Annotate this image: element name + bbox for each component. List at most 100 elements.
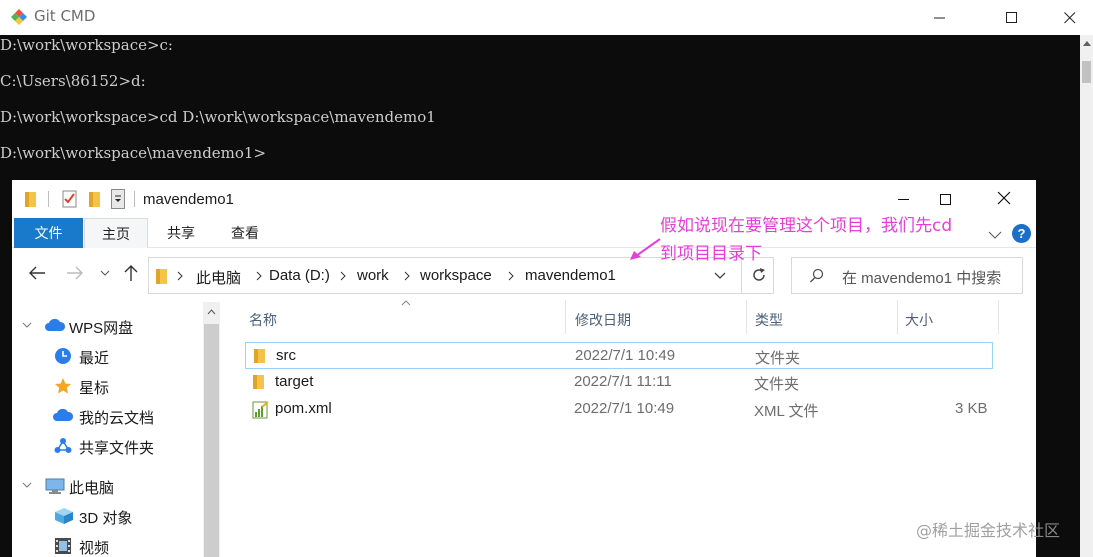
column-divider[interactable] <box>746 300 747 334</box>
file-date: 2022/7/1 10:49 <box>575 347 676 364</box>
help-button[interactable]: ? <box>1012 224 1031 243</box>
nav-item-3d-objects[interactable]: 3D 对象 <box>12 504 202 530</box>
file-explorer-window: mavendemo1 文件 主页 共享 查看 ? 此电脑 Data (D:) w… <box>12 180 1036 557</box>
cmd-minimize-button[interactable] <box>917 0 963 35</box>
nav-label: 星标 <box>79 380 110 397</box>
navigation-pane-scroll-thumb[interactable] <box>204 324 219 557</box>
annotation-arrow-icon <box>630 238 661 260</box>
forward-arrow-icon[interactable] <box>66 266 84 280</box>
search-placeholder: 在 mavendemo1 中搜索 <box>842 270 1002 287</box>
file-date: 2022/7/1 11:11 <box>574 373 672 390</box>
file-row[interactable]: pom.xml 2022/7/1 10:49 XML 文件 3 KB <box>245 396 993 423</box>
column-divider[interactable] <box>897 300 898 334</box>
folder-quick-icon[interactable] <box>24 190 38 208</box>
nav-label: 视频 <box>79 540 110 557</box>
column-divider[interactable] <box>998 300 999 334</box>
nav-label: WPS网盘 <box>69 320 134 337</box>
nav-item-my-cloud-docs[interactable]: 我的云文档 <box>12 404 202 430</box>
cube-icon <box>55 508 73 524</box>
breadcrumb-data-drive[interactable]: Data (D:) <box>269 267 330 284</box>
breadcrumb-separator-icon[interactable] <box>340 271 347 281</box>
cmd-scroll-thumb[interactable] <box>1082 61 1091 83</box>
navigation-pane-scrollbar[interactable] <box>203 302 220 557</box>
address-history-chevron-icon[interactable] <box>714 272 726 280</box>
file-row[interactable]: src 2022/7/1 10:49 文件夹 <box>245 342 993 369</box>
nav-label: 共享文件夹 <box>79 440 155 457</box>
shared-folder-icon <box>54 438 72 453</box>
column-header-date[interactable]: 修改日期 <box>575 310 631 330</box>
explorer-maximize-button[interactable] <box>940 194 951 205</box>
column-header-type[interactable]: 类型 <box>755 310 783 330</box>
annotation-text: 假如说现在要管理这个项目，我们先cd <box>660 216 953 236</box>
search-icon <box>809 268 824 283</box>
quick-access-divider <box>48 191 49 207</box>
search-input[interactable]: 在 mavendemo1 中搜索 <box>791 257 1023 294</box>
tab-file[interactable]: 文件 <box>14 218 83 248</box>
cmd-close-button[interactable] <box>1047 0 1093 35</box>
tab-view[interactable]: 查看 <box>218 218 272 248</box>
chevron-down-icon[interactable] <box>22 322 32 329</box>
git-logo-icon <box>11 9 27 25</box>
watermark: @稀土掘金技术社区 <box>916 521 1061 540</box>
annotation-text: 到项目目录下 <box>660 244 762 264</box>
nav-item-starred[interactable]: 星标 <box>12 374 202 400</box>
explorer-window-title: mavendemo1 <box>143 191 234 208</box>
customize-quick-access-button[interactable] <box>111 189 125 209</box>
column-header-size[interactable]: 大小 <box>905 310 933 330</box>
explorer-close-icon[interactable] <box>997 191 1011 205</box>
explorer-minimize-button[interactable] <box>898 199 909 200</box>
film-icon <box>55 538 71 554</box>
file-size: 3 KB <box>955 400 988 417</box>
up-arrow-icon[interactable] <box>124 264 138 282</box>
breadcrumb-separator-icon[interactable] <box>177 271 184 281</box>
cmd-scrollbar[interactable] <box>1080 35 1093 557</box>
nav-item-wps-cloud[interactable]: WPS网盘 <box>12 314 202 340</box>
breadcrumb-work[interactable]: work <box>357 267 389 284</box>
scroll-up-arrow-icon[interactable] <box>1083 41 1091 46</box>
star-icon <box>55 378 71 394</box>
file-name: pom.xml <box>275 400 332 417</box>
new-folder-icon[interactable] <box>88 190 102 208</box>
nav-item-this-pc[interactable]: 此电脑 <box>12 474 202 500</box>
column-divider[interactable] <box>565 300 566 334</box>
file-type: 文件夹 <box>755 350 801 367</box>
breadcrumb-separator-icon[interactable] <box>508 271 515 281</box>
properties-icon[interactable] <box>62 190 78 208</box>
breadcrumb-separator-icon[interactable] <box>256 271 263 281</box>
cmd-line: C:\Users\86152>d: <box>0 72 146 90</box>
file-row[interactable]: target 2022/7/1 11:11 文件夹 <box>245 369 993 396</box>
column-header-name[interactable]: 名称 <box>249 310 277 330</box>
chevron-down-icon[interactable] <box>22 482 32 489</box>
cmd-maximize-button[interactable] <box>989 0 1035 35</box>
nav-item-recent[interactable]: 最近 <box>12 344 202 370</box>
cmd-window-title: Git CMD <box>34 7 96 25</box>
file-name: src <box>276 347 296 364</box>
breadcrumb-workspace[interactable]: workspace <box>420 267 492 284</box>
folder-icon <box>253 375 264 389</box>
cmd-line: D:\work\workspace>c: <box>0 36 173 54</box>
breadcrumb-separator-icon[interactable] <box>404 271 411 281</box>
tab-home[interactable]: 主页 <box>84 218 148 248</box>
xml-file-icon <box>252 401 269 419</box>
cmd-line: D:\work\workspace>cd D:\work\workspace\m… <box>0 108 436 126</box>
cloud-icon <box>45 318 66 331</box>
minimize-icon <box>934 17 945 18</box>
cmd-line: D:\work\workspace\mavendemo1> <box>0 144 267 162</box>
tab-share[interactable]: 共享 <box>156 218 206 248</box>
nav-item-videos[interactable]: 视频 <box>12 534 202 557</box>
scroll-up-arrow-icon[interactable] <box>207 309 216 315</box>
file-date: 2022/7/1 10:49 <box>574 400 675 417</box>
recent-locations-chevron-icon[interactable] <box>100 270 110 277</box>
maximize-icon <box>1006 11 1017 23</box>
nav-label: 我的云文档 <box>79 410 155 427</box>
file-name: target <box>275 373 314 390</box>
breadcrumb-this-pc[interactable]: 此电脑 <box>196 267 241 288</box>
sort-ascending-icon <box>401 300 411 306</box>
breadcrumb-mavendemo1[interactable]: mavendemo1 <box>525 267 616 284</box>
back-arrow-icon[interactable] <box>28 266 46 280</box>
cloud-docs-icon <box>53 408 74 421</box>
expand-ribbon-icon[interactable] <box>988 230 1002 240</box>
close-icon <box>1064 11 1076 23</box>
file-type: 文件夹 <box>754 376 800 393</box>
nav-item-shared-folder[interactable]: 共享文件夹 <box>12 434 202 460</box>
